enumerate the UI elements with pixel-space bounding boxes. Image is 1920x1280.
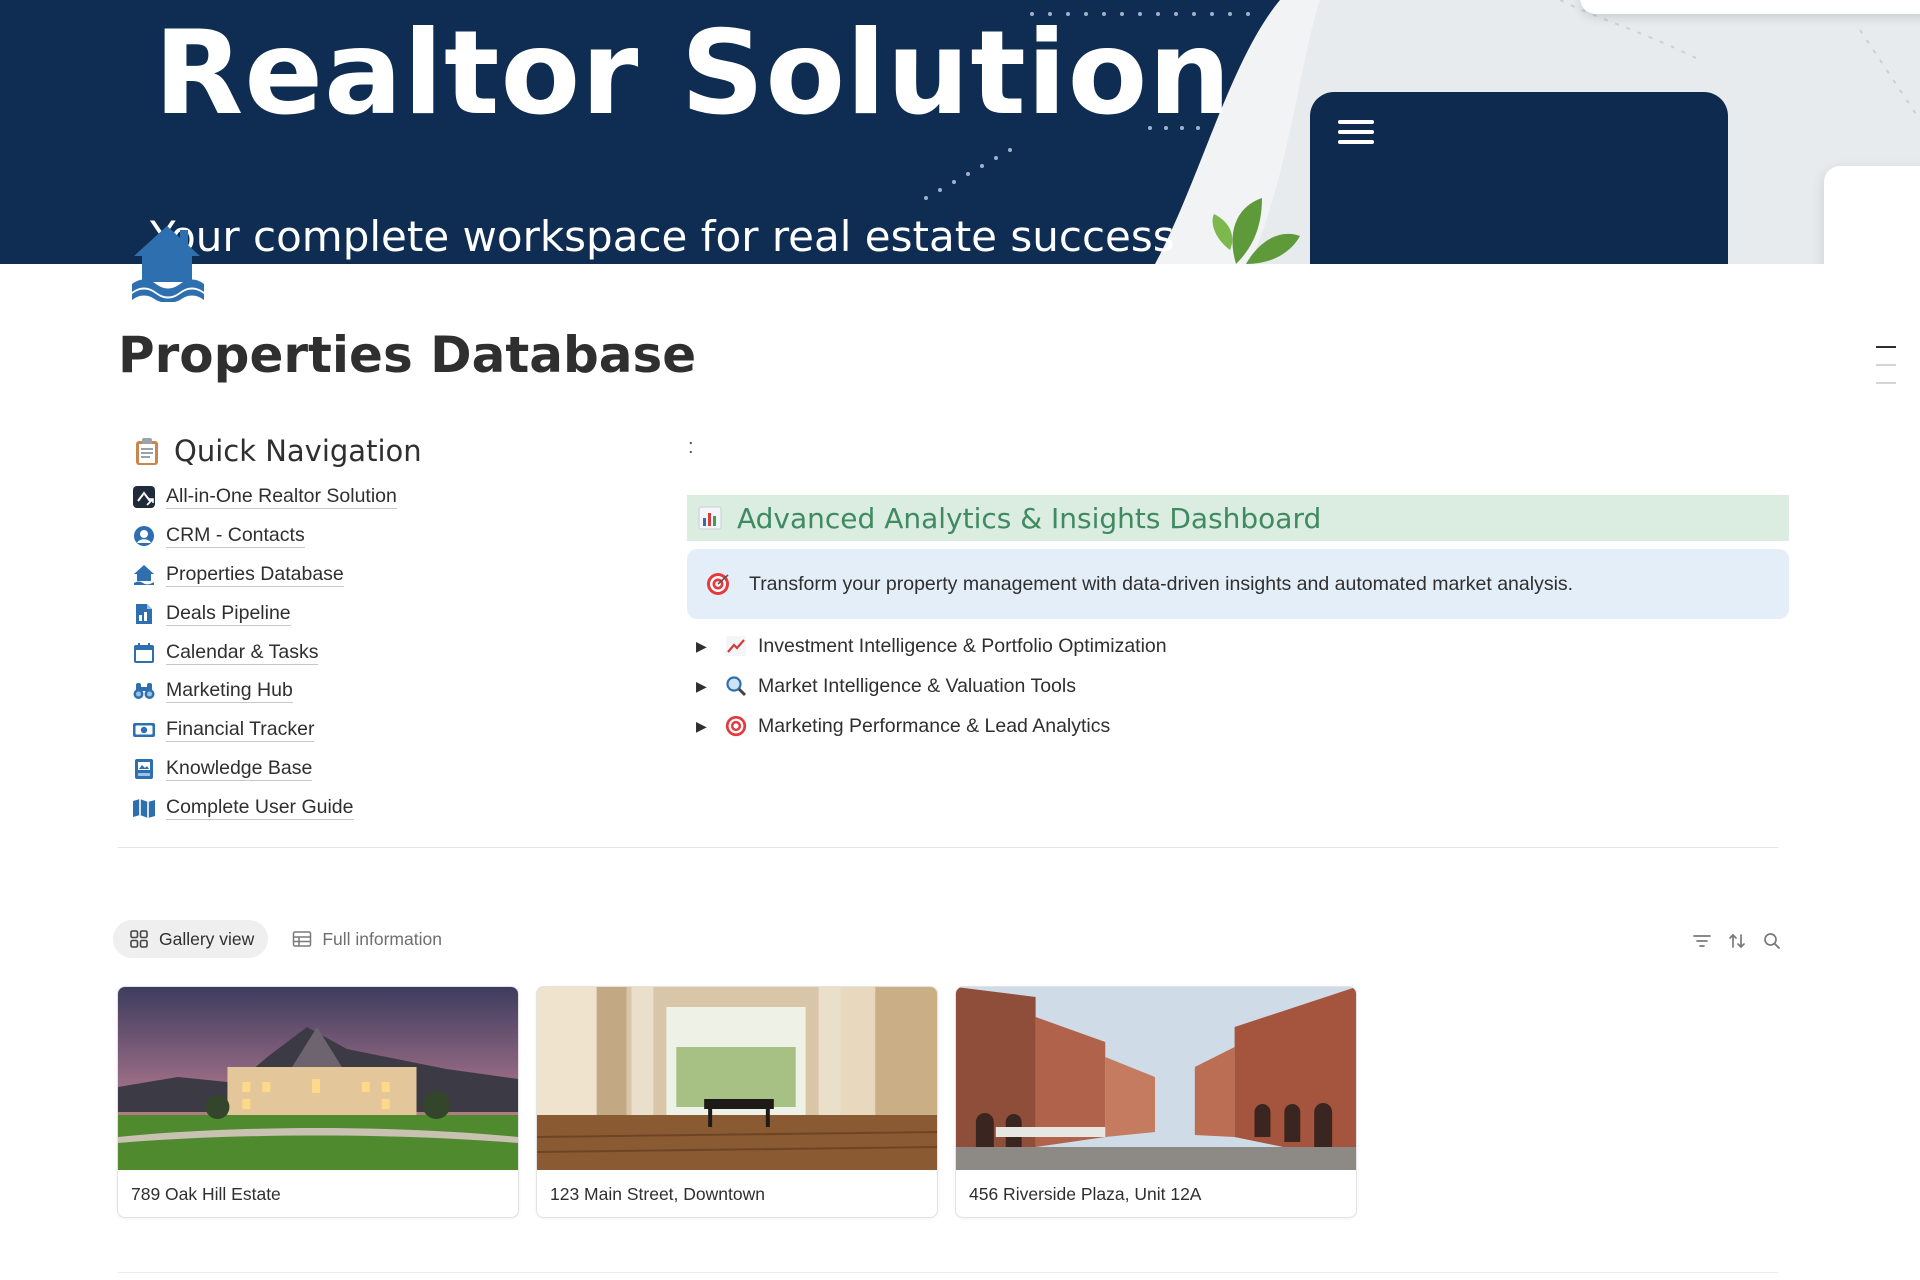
- quick-navigation-heading: Quick Navigation: [132, 430, 692, 472]
- view-toolbar: [1678, 930, 1783, 952]
- house-water-icon[interactable]: [128, 222, 206, 302]
- nav-item-label[interactable]: All-in-One Realtor Solution: [166, 485, 397, 510]
- quick-navigation-list: All-in-One Realtor Solution CRM - Contac…: [132, 478, 692, 827]
- quick-navigation: Quick Navigation All-in-One Realtor Solu…: [132, 430, 692, 827]
- tab-full-information[interactable]: Full information: [276, 920, 456, 958]
- section-divider: [118, 1272, 1778, 1273]
- analytics-heading-text: Advanced Analytics & Insights Dashboard: [737, 501, 1322, 535]
- analytics-callout: Transform your property management with …: [687, 549, 1789, 619]
- table-icon: [293, 931, 312, 947]
- nav-item-label[interactable]: CRM - Contacts: [166, 524, 305, 549]
- nav-item-label[interactable]: Financial Tracker: [166, 718, 315, 743]
- cover-card-top: [1580, 0, 1920, 14]
- document-chart-icon: [136, 603, 152, 624]
- callout-text: Transform your property management with …: [749, 572, 1574, 595]
- filter-icon[interactable]: [1691, 930, 1713, 952]
- outline-line[interactable]: [1876, 382, 1896, 384]
- gallery-grid-icon: [130, 930, 148, 948]
- sort-icon[interactable]: [1726, 930, 1748, 952]
- database-view-tabs: Gallery view Full information: [113, 920, 464, 958]
- calendar-icon: [134, 642, 154, 663]
- nav-item-label[interactable]: Calendar & Tasks: [166, 641, 319, 665]
- map-icon: [133, 798, 155, 818]
- binoculars-icon: [133, 683, 155, 700]
- cover-banner: Realtor Solution Your complete workspace…: [0, 0, 1920, 264]
- plaza-buildings-photo: [956, 987, 1356, 1170]
- nav-item-user-guide[interactable]: Complete User Guide: [132, 788, 692, 827]
- cover-title: Realtor Solution: [154, 6, 1232, 141]
- nav-item-financial-tracker[interactable]: Financial Tracker: [132, 711, 692, 750]
- toggle-label: Investment Intelligence & Portfolio Opti…: [758, 634, 1167, 657]
- contact-person-icon: [134, 526, 154, 547]
- property-gallery: 789 Oak Hill Estate 123 Main Street, Dow…: [117, 986, 1374, 1218]
- analytics-toggles: ▶ Investment Intelligence & Portfolio Op…: [690, 626, 1790, 746]
- section-divider: [118, 847, 1778, 848]
- mansion-photo: [118, 987, 518, 1170]
- search-icon[interactable]: [1761, 930, 1783, 952]
- toggle-investment-intelligence[interactable]: ▶ Investment Intelligence & Portfolio Op…: [690, 626, 1790, 666]
- hamburger-menu-icon: [1338, 120, 1374, 146]
- target-icon: [725, 715, 747, 737]
- toggle-market-intelligence[interactable]: ▶ Market Intelligence & Valuation Tools: [690, 666, 1790, 706]
- realtor-app-icon: [133, 486, 155, 509]
- target-icon: [707, 573, 729, 595]
- property-card-title[interactable]: 456 Riverside Plaza, Unit 12A: [956, 1170, 1356, 1217]
- nav-item-properties-database[interactable]: Properties Database: [132, 556, 692, 595]
- money-bill-icon: [133, 723, 155, 738]
- trending-up-icon: [726, 636, 746, 656]
- property-card-title[interactable]: 123 Main Street, Downtown: [537, 1170, 937, 1217]
- interior-piano-photo: [537, 987, 937, 1170]
- property-card[interactable]: 456 Riverside Plaza, Unit 12A: [955, 986, 1357, 1218]
- nav-item-label[interactable]: Complete User Guide: [166, 796, 354, 820]
- toggle-label: Marketing Performance & Lead Analytics: [758, 714, 1111, 737]
- nav-item-knowledge-base[interactable]: Knowledge Base: [132, 750, 692, 789]
- tab-gallery-view[interactable]: Gallery view: [113, 920, 269, 958]
- outline-line[interactable]: [1876, 364, 1896, 366]
- nav-item-all-in-one[interactable]: All-in-One Realtor Solution: [132, 478, 692, 517]
- quick-navigation-title: Quick Navigation: [174, 434, 422, 468]
- nav-item-label[interactable]: Deals Pipeline: [166, 602, 291, 626]
- column-separator: :: [688, 436, 694, 458]
- nav-item-label[interactable]: Properties Database: [166, 563, 344, 587]
- nav-item-label[interactable]: Marketing Hub: [166, 679, 293, 704]
- magnifier-icon: [726, 676, 747, 697]
- property-card-title[interactable]: 789 Oak Hill Estate: [118, 1170, 518, 1217]
- toggle-arrow-icon[interactable]: ▶: [690, 678, 712, 695]
- bar-chart-icon: [698, 506, 722, 530]
- property-card[interactable]: 789 Oak Hill Estate: [117, 986, 519, 1218]
- house-water-icon: [134, 564, 154, 585]
- property-card[interactable]: 123 Main Street, Downtown: [536, 986, 938, 1218]
- analytics-heading: Advanced Analytics & Insights Dashboard: [687, 495, 1789, 541]
- page-title: Properties Database: [118, 326, 697, 384]
- toggle-label: Market Intelligence & Valuation Tools: [758, 674, 1076, 697]
- cover-subtitle: Your complete workspace for real estate …: [150, 212, 1175, 261]
- book-icon: [135, 758, 153, 779]
- toggle-arrow-icon[interactable]: ▶: [690, 718, 712, 735]
- nav-item-calendar-tasks[interactable]: Calendar & Tasks: [132, 633, 692, 672]
- toggle-marketing-performance[interactable]: ▶ Marketing Performance & Lead Analytics: [690, 706, 1790, 746]
- tab-label[interactable]: Full information: [322, 929, 442, 950]
- outline-line-active[interactable]: [1876, 346, 1896, 348]
- page-outline[interactable]: [1876, 346, 1896, 400]
- nav-item-deals-pipeline[interactable]: Deals Pipeline: [132, 594, 692, 633]
- cover-card-side: [1824, 166, 1920, 264]
- nav-item-marketing-hub[interactable]: Marketing Hub: [132, 672, 692, 711]
- clipboard-icon: [136, 438, 158, 465]
- cover-phone-mockup: [1310, 92, 1728, 264]
- nav-item-crm-contacts[interactable]: CRM - Contacts: [132, 517, 692, 556]
- nav-item-label[interactable]: Knowledge Base: [166, 757, 313, 781]
- tab-label[interactable]: Gallery view: [159, 929, 254, 950]
- toggle-arrow-icon[interactable]: ▶: [690, 638, 712, 655]
